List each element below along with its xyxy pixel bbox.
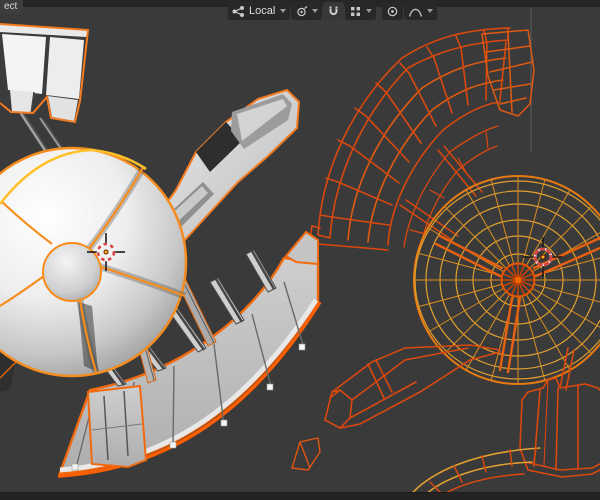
pivot-point-icon: [297, 5, 308, 16]
axes-orientation-icon: [232, 5, 245, 17]
snap-settings-dropdown[interactable]: [345, 2, 377, 20]
blender-3d-viewport: ect Local: [0, 0, 600, 500]
circle-dot-icon: [387, 6, 398, 16]
wire-fan-arc: [309, 27, 511, 251]
increment-grid-icon: [351, 6, 361, 16]
solid-station-object[interactable]: [0, 23, 322, 478]
solid-panel-fan: [0, 23, 90, 124]
smooth-falloff-curve-icon: [409, 8, 423, 17]
proportional-editing-toggle[interactable]: [382, 2, 404, 20]
wire-wedge-tip: [291, 437, 321, 471]
wireframe-station-object[interactable]: [291, 7, 600, 500]
viewport-header-widgets: Local: [228, 2, 438, 20]
menu-fragment-object[interactable]: ect: [0, 0, 24, 14]
pivot-point-dropdown[interactable]: [291, 2, 323, 20]
wire-sphere-hub: [500, 262, 536, 298]
bottom-strip: [0, 492, 600, 500]
chevron-down-icon: [366, 9, 373, 13]
snap-toggle-button[interactable]: [323, 2, 345, 20]
wire-slab: [481, 29, 535, 117]
header-gap: [377, 2, 381, 20]
orientation-label: Local: [249, 4, 276, 17]
solid-bottom-panel: [86, 384, 148, 469]
viewport-canvas[interactable]: [0, 0, 600, 500]
chevron-down-icon: [280, 9, 287, 13]
proportional-falloff-dropdown[interactable]: [404, 2, 438, 20]
solid-sphere: [0, 146, 188, 378]
chevron-down-icon: [427, 9, 434, 13]
wire-panel: [519, 347, 600, 478]
chevron-down-icon: [312, 9, 319, 13]
3d-cursor-right: [522, 236, 564, 278]
magnet-icon: [329, 6, 338, 15]
transform-orientation-dropdown[interactable]: Local: [228, 2, 291, 20]
